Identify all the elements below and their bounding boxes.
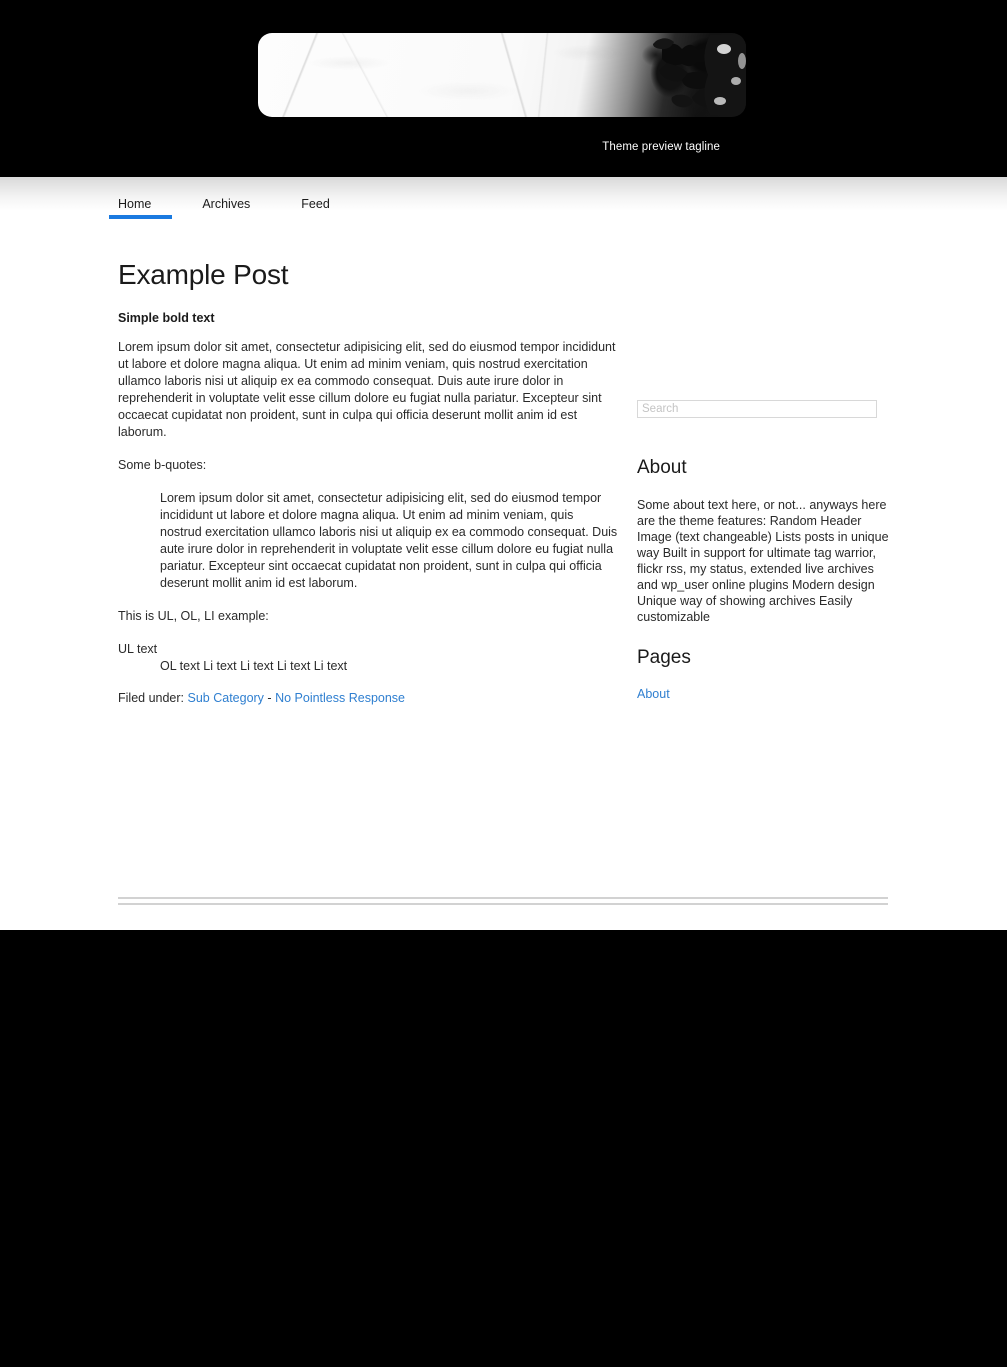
post-blockquote: Lorem ipsum dolor sit amet, consectetur … — [160, 491, 618, 590]
filed-under-label: Filed under: — [118, 691, 185, 705]
main-column: Example Post Simple bold text Lorem ipsu… — [118, 259, 618, 706]
nav-item-archives[interactable]: Archives — [202, 197, 250, 219]
post-paragraph: Lorem ipsum dolor sit amet, consectetur … — [118, 340, 616, 439]
search-input-top[interactable] — [637, 400, 877, 418]
sidebar-about-text: Some about text here, or not... anyways … — [637, 498, 889, 624]
site-tagline: Theme preview tagline — [602, 141, 720, 153]
filed-category-link[interactable]: Sub Category — [188, 691, 264, 705]
nav-item-home[interactable]: Home — [108, 197, 173, 219]
banner-ink-blots-icon — [653, 35, 746, 115]
sidebar-page-link-about[interactable]: About — [637, 687, 889, 701]
nav-item-feed[interactable]: Feed — [301, 197, 330, 219]
banner-texture-overlay — [258, 33, 746, 117]
sidebar-pages-heading: Pages — [637, 647, 691, 668]
site-header: Theme preview tagline — [0, 0, 1007, 177]
post-bold-lead: Simple bold text — [118, 311, 215, 325]
site-footer: Easy Navigation Archived January 2008 (2… — [0, 930, 1007, 1367]
separator-line-1 — [118, 897, 888, 899]
post-title: Example Post — [118, 259, 289, 290]
filed-under-row: Filed under: Sub Category - No Pointless… — [118, 691, 618, 705]
content-area: Home Archives Feed Example Post Simple b… — [0, 177, 1007, 1057]
random-header-image — [258, 33, 746, 117]
filed-separator: - — [267, 691, 272, 705]
sidebar: About Some about text here, or not... an… — [637, 457, 889, 701]
primary-nav: Home Archives Feed — [108, 197, 381, 219]
list-intro: This is UL, OL, LI example: — [118, 609, 269, 623]
ol-item: OL text Li text Li text Li text Li text — [160, 659, 348, 673]
filed-response-link[interactable]: No Pointless Response — [275, 691, 405, 705]
sidebar-about-heading: About — [637, 457, 687, 478]
post-separator — [118, 897, 888, 905]
header-banner — [258, 33, 746, 117]
ul-item: UL text — [118, 642, 158, 656]
bquote-intro: Some b-quotes: — [118, 458, 207, 472]
separator-line-2 — [118, 903, 888, 905]
